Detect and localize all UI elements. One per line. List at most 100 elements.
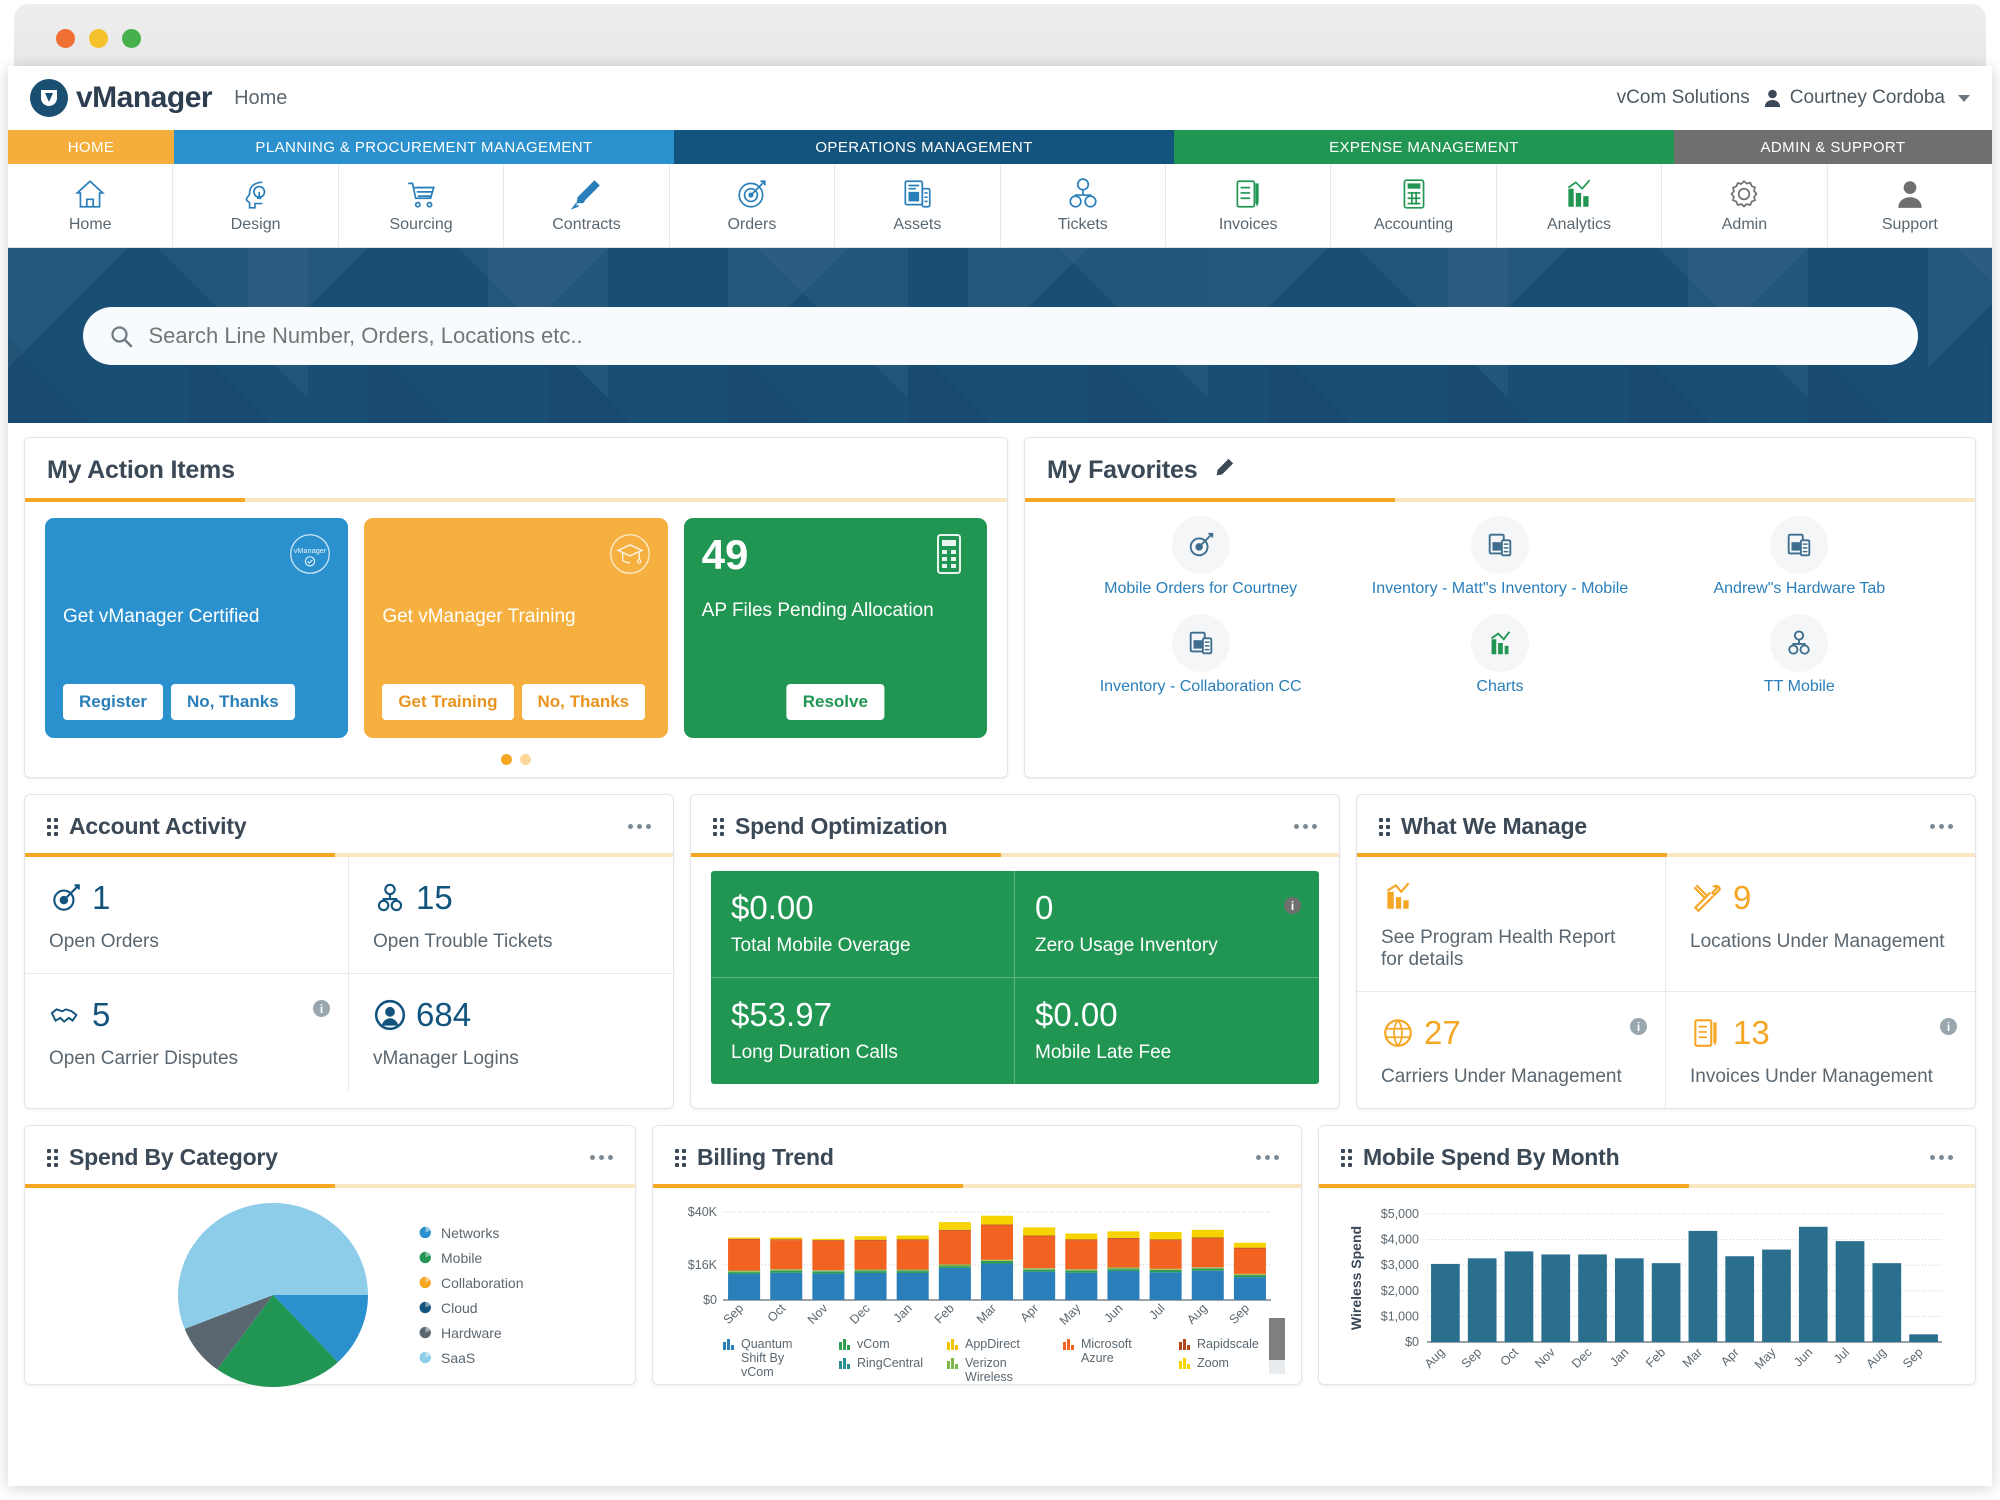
favorite-item[interactable]: Mobile Orders for Courtney: [1051, 516, 1350, 598]
nav-segment-expense[interactable]: EXPENSE MANAGEMENT: [1174, 130, 1674, 164]
drag-handle-icon[interactable]: [1341, 1148, 1352, 1167]
carousel-pager[interactable]: [25, 748, 1007, 777]
stacked-bar-segment[interactable]: [1191, 1267, 1224, 1268]
info-icon[interactable]: i: [1284, 897, 1301, 914]
stacked-bar-segment[interactable]: [896, 1239, 929, 1241]
action-item-card[interactable]: vManager Get vManager Certified Register…: [45, 518, 349, 738]
nav-segment-admin[interactable]: ADMIN & SUPPORT: [1674, 130, 1992, 164]
legend-item[interactable]: SaaS: [419, 1350, 524, 1366]
register-button[interactable]: Register: [63, 684, 164, 720]
legend-item[interactable]: Cloud: [419, 1300, 524, 1316]
stacked-bar-segment[interactable]: [770, 1239, 803, 1241]
pencil-icon[interactable]: [1213, 457, 1235, 484]
bar[interactable]: [1872, 1263, 1902, 1342]
tile-mobile-late-fee[interactable]: $0.00 Mobile Late Fee: [1015, 978, 1319, 1084]
drag-handle-icon[interactable]: [713, 817, 724, 836]
stacked-bar-segment[interactable]: [812, 1271, 845, 1274]
stacked-bar-segment[interactable]: [980, 1261, 1014, 1264]
stacked-bar-segment[interactable]: [1233, 1242, 1266, 1248]
action-item-card[interactable]: 49 AP Files Pending Allocation Resolve: [683, 518, 987, 738]
stacked-bar-segment[interactable]: [1023, 1269, 1056, 1272]
stacked-bar-segment[interactable]: [1233, 1275, 1266, 1278]
bar[interactable]: [1431, 1263, 1460, 1342]
search-input[interactable]: [148, 322, 1892, 349]
legend-item[interactable]: Collaboration: [419, 1275, 524, 1291]
nav-item-orders[interactable]: Orders: [670, 164, 836, 247]
stacked-bar-segment[interactable]: [770, 1240, 803, 1270]
resolve-button[interactable]: Resolve: [786, 684, 884, 720]
stacked-bar-segment[interactable]: [896, 1269, 929, 1271]
stacked-bar-segment[interactable]: [1149, 1270, 1182, 1273]
ellipsis-icon[interactable]: [590, 1155, 613, 1160]
info-icon[interactable]: i: [313, 1000, 330, 1017]
stacked-bar-segment[interactable]: [812, 1273, 845, 1300]
stacked-bar-segment[interactable]: [812, 1238, 845, 1241]
stacked-bar-segment[interactable]: [770, 1270, 803, 1273]
bar[interactable]: [1504, 1251, 1534, 1342]
legend-item[interactable]: Rapidscale: [1179, 1337, 1259, 1351]
stacked-bar-segment[interactable]: [896, 1240, 929, 1270]
stacked-bar-segment[interactable]: [770, 1270, 803, 1271]
pager-dot-1[interactable]: [501, 754, 512, 765]
stacked-bar-segment[interactable]: [1233, 1273, 1266, 1275]
stacked-bar-segment[interactable]: [728, 1274, 761, 1300]
stacked-bar-segment[interactable]: [1191, 1268, 1224, 1271]
favorite-item[interactable]: Andrew"s Hardware Tab: [1650, 516, 1949, 598]
stacked-bar-segment[interactable]: [1233, 1277, 1266, 1300]
stacked-bar-segment[interactable]: [1065, 1233, 1098, 1240]
stat-open-orders[interactable]: 1 Open Orders: [25, 857, 349, 974]
stacked-bar-segment[interactable]: [980, 1224, 1014, 1226]
user-menu[interactable]: Courtney Cordoba: [1764, 87, 1970, 109]
stat-program-health[interactable]: See Program Health Report for details: [1357, 857, 1666, 992]
stacked-bar-segment[interactable]: [854, 1269, 887, 1271]
favorite-item[interactable]: Inventory - Collaboration CC: [1051, 614, 1350, 696]
stacked-bar-segment[interactable]: [1023, 1268, 1056, 1269]
bar[interactable]: [1909, 1334, 1938, 1342]
nav-item-assets[interactable]: Assets: [835, 164, 1001, 247]
ellipsis-icon[interactable]: [1930, 1155, 1953, 1160]
stacked-bar-segment[interactable]: [854, 1270, 887, 1272]
bar[interactable]: [1614, 1258, 1644, 1342]
ellipsis-icon[interactable]: [1294, 824, 1317, 829]
stacked-bar-segment[interactable]: [1191, 1229, 1224, 1238]
bar[interactable]: [1725, 1256, 1755, 1342]
stacked-bar-segment[interactable]: [938, 1267, 971, 1300]
info-icon[interactable]: i: [1940, 1018, 1957, 1035]
stat-invoices-under-management[interactable]: 13 Invoices Under Management i: [1666, 992, 1975, 1108]
nav-item-design[interactable]: Design: [173, 164, 339, 247]
stacked-bar-segment[interactable]: [1107, 1267, 1140, 1269]
stacked-bar-segment[interactable]: [1023, 1269, 1056, 1270]
stacked-bar-segment[interactable]: [938, 1230, 971, 1265]
legend-item[interactable]: Mobile: [419, 1250, 524, 1266]
stacked-bar-segment[interactable]: [1149, 1232, 1182, 1240]
stat-open-carrier-disputes[interactable]: 5 Open Carrier Disputes i: [25, 974, 349, 1090]
stacked-bar-segment[interactable]: [1023, 1236, 1056, 1269]
favorite-item[interactable]: Inventory - Matt"s Inventory - Mobile: [1350, 516, 1649, 598]
legend-item[interactable]: RingCentral: [839, 1356, 923, 1370]
drag-handle-icon[interactable]: [675, 1148, 686, 1167]
mobile-spend-chart[interactable]: $0 $1,000 $2,000 $3,000 $4,000 $5,000 Wireless…: [1337, 1200, 1957, 1390]
scrollbar-thumb[interactable]: [1269, 1318, 1285, 1360]
tile-long-duration-calls[interactable]: $53.97 Long Duration Calls: [711, 978, 1015, 1084]
stacked-bar-segment[interactable]: [1149, 1272, 1182, 1300]
stacked-bar-segment[interactable]: [980, 1260, 1014, 1262]
stacked-bar-segment[interactable]: [1065, 1272, 1098, 1300]
stacked-bar-segment[interactable]: [1107, 1269, 1140, 1271]
stacked-bar-segment[interactable]: [980, 1215, 1014, 1225]
stacked-bar-segment[interactable]: [938, 1264, 971, 1266]
stacked-bar-segment[interactable]: [728, 1238, 761, 1240]
stacked-bar-segment[interactable]: [1107, 1237, 1140, 1239]
stacked-bar-segment[interactable]: [812, 1241, 845, 1271]
tile-zero-usage-inventory[interactable]: 0 Zero Usage Inventory i: [1015, 871, 1319, 978]
stacked-bar-segment[interactable]: [1149, 1239, 1182, 1241]
legend-item[interactable]: Microsoft Azure: [1063, 1337, 1155, 1365]
legend-item[interactable]: Networks: [419, 1225, 524, 1241]
stacked-bar-segment[interactable]: [812, 1270, 845, 1271]
stacked-bar-segment[interactable]: [980, 1263, 1014, 1300]
stacked-bar-segment[interactable]: [728, 1272, 761, 1275]
stacked-bar-segment[interactable]: [854, 1239, 887, 1241]
favorite-item[interactable]: TT Mobile: [1650, 614, 1949, 696]
stacked-bar-segment[interactable]: [728, 1239, 761, 1271]
stacked-bar-segment[interactable]: [938, 1265, 971, 1267]
close-window-button[interactable]: [56, 29, 75, 48]
